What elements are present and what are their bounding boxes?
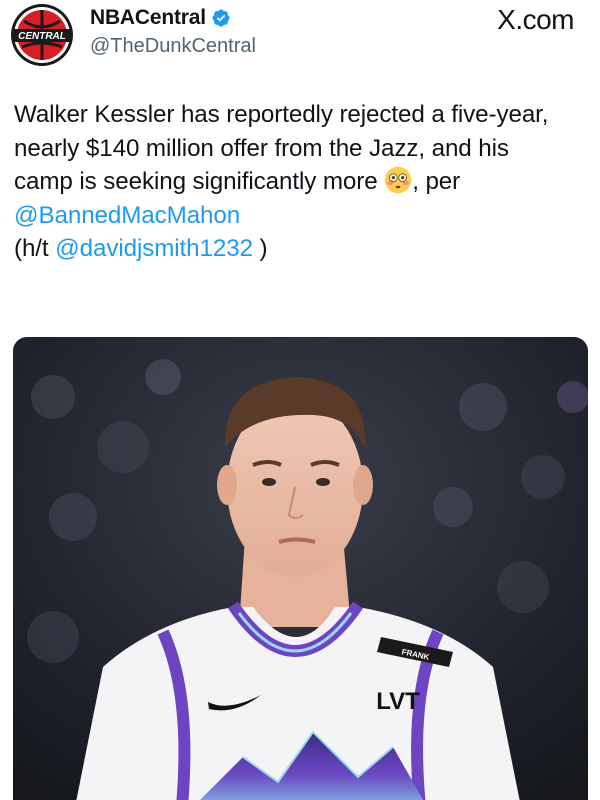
hat-tip-close: ): [252, 235, 268, 262]
mention-bannedmacmahon-link[interactable]: @BannedMacMahon: [14, 202, 240, 229]
player-photo: LVT FRANK: [13, 337, 588, 800]
tweet-line-3-text: camp is seeking significantly more: [14, 168, 385, 195]
tweet-header: CENTRAL NBACentral @TheDunkCentral X.com: [0, 0, 600, 90]
name-row: NBACentral: [90, 6, 231, 30]
avatar-text: CENTRAL: [18, 31, 66, 42]
tweet-line-3-tail: , per: [412, 168, 461, 195]
tweet-media-photo[interactable]: LVT FRANK: [13, 337, 588, 800]
hat-tip-line: (h/t @davidjsmith1232 ): [14, 232, 594, 266]
display-name[interactable]: NBACentral: [90, 6, 206, 30]
jersey-patch-text: LVT: [376, 688, 420, 715]
author-handle[interactable]: @TheDunkCentral: [90, 35, 256, 58]
tweet-line-1: Walker Kessler has reportedly rejected a…: [14, 101, 549, 128]
flushed-face-emoji-icon: [384, 166, 412, 194]
tweet-line-2: nearly $140 million offer from the Jazz,…: [14, 134, 509, 162]
tweet-line-3: camp is seeking significantly more , per: [14, 165, 594, 199]
hat-tip-open: (h/t: [14, 235, 56, 262]
avatar[interactable]: CENTRAL: [10, 3, 74, 67]
verified-badge-icon: [212, 9, 230, 27]
tweet-text: Walker Kessler has reportedly rejected a…: [14, 98, 594, 266]
mention-davidjsmith-link[interactable]: @davidjsmith1232: [55, 235, 253, 262]
source-label: X.com: [497, 4, 574, 35]
